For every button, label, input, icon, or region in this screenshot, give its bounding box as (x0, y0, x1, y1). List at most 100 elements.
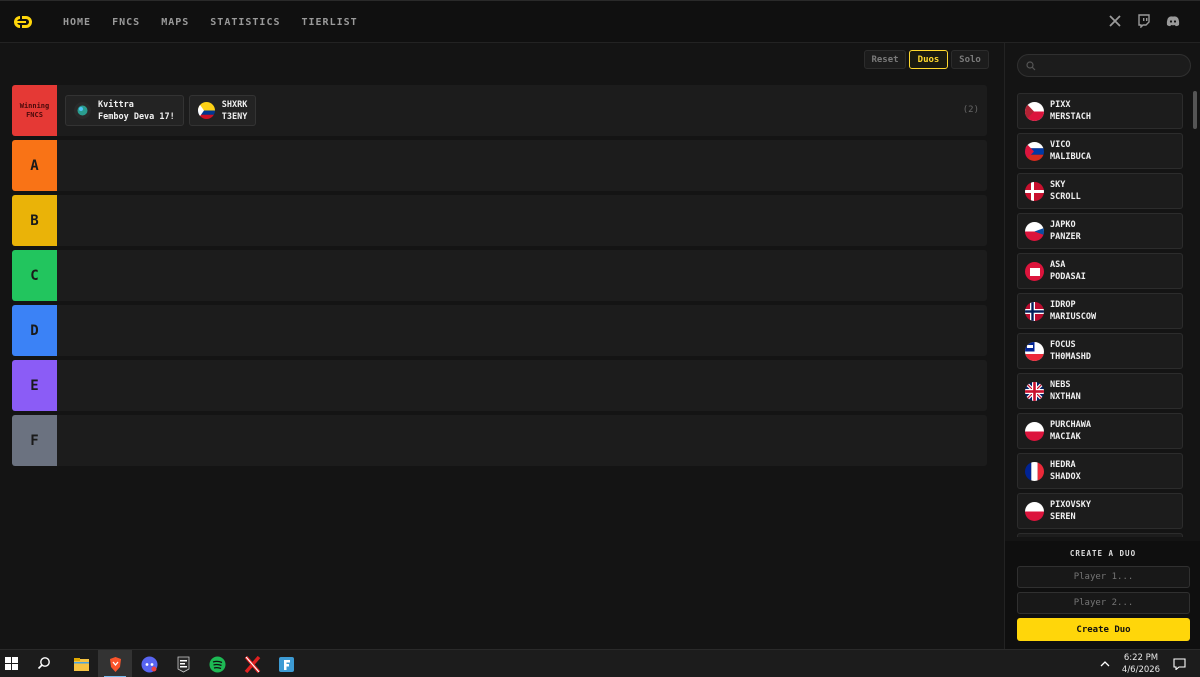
list-item[interactable]: ASA PODASAI (1017, 253, 1183, 289)
duo-names: JAPKO PANZER (1050, 219, 1081, 243)
twitch-icon[interactable] (1137, 14, 1151, 28)
flag-icon (1025, 341, 1044, 361)
nav-home[interactable]: HOME (63, 17, 91, 28)
list-item[interactable]: HEDRA SHADOX (1017, 453, 1183, 489)
list-item[interactable]: JAPKO PANZER (1017, 213, 1183, 249)
taskbar-search-icon[interactable] (37, 656, 52, 671)
tier-label-text: Winning FNCS (19, 101, 50, 119)
flag-icon (1025, 101, 1044, 121)
tierlist-main: Reset Duos Solo Winning FNCS Kvittra Fem… (0, 43, 1004, 649)
spotify-icon (209, 656, 225, 672)
flag-icon (1025, 301, 1044, 321)
player-name: SCROLL (1050, 192, 1081, 202)
player-name: NEBS (1050, 380, 1071, 390)
xbox-x-icon (244, 655, 260, 673)
player-2-input[interactable] (1017, 592, 1190, 614)
chevron-up-icon[interactable] (1100, 659, 1110, 669)
list-item[interactable] (1017, 533, 1183, 537)
search-input[interactable] (1017, 54, 1191, 77)
create-duo-panel: CREATE A DUO Create Duo (1005, 541, 1200, 649)
windows-taskbar: 6:22 PM 4/6/2026 (0, 649, 1200, 677)
duo-names: SKY SCROLL (1050, 179, 1081, 203)
site-logo-icon[interactable] (13, 15, 33, 29)
nav-statistics[interactable]: STATISTICS (210, 17, 280, 28)
flag-icon (1025, 381, 1044, 401)
taskbar-app[interactable] (132, 650, 166, 677)
discord-icon[interactable] (1166, 14, 1180, 28)
scrollbar-thumb[interactable] (1193, 91, 1197, 129)
flag-icon (1025, 181, 1044, 201)
player-name: MARIUSCOW (1050, 312, 1097, 322)
tier-items: Kvittra Femboy Deva 17! SHXRK T3ENY (57, 85, 987, 136)
list-item[interactable]: IDROP MARIUSCOW (1017, 293, 1183, 329)
duo-names: PIXOVSKY SEREN (1050, 499, 1091, 523)
tier-items (57, 195, 987, 246)
nav-fncs[interactable]: FNCS (112, 17, 140, 28)
player-name: SHADOX (1050, 472, 1081, 482)
taskbar-app[interactable] (200, 650, 234, 677)
flag-icon (1025, 221, 1044, 241)
taskbar-clock[interactable]: 6:22 PM 4/6/2026 (1116, 652, 1166, 676)
tier-row-f[interactable]: F (12, 415, 987, 466)
player-name: SHXRK (221, 99, 248, 110)
clock-date: 4/6/2026 (1121, 665, 1161, 675)
list-item[interactable]: PIXOVSKY SEREN (1017, 493, 1183, 529)
windows-start-icon[interactable] (5, 657, 18, 670)
duo-card[interactable]: SHXRK T3ENY (188, 95, 257, 126)
tier-list: Winning FNCS Kvittra Femboy Deva 17! SHX… (12, 85, 987, 470)
duo-names: ASA PODASAI (1050, 259, 1086, 283)
list-item[interactable]: PIXX MERSTACH (1017, 93, 1183, 129)
tier-count: (2) (962, 105, 979, 115)
player-name: MALIBUCA (1050, 152, 1091, 162)
list-item[interactable]: NEBS NXTHAN (1017, 373, 1183, 409)
duo-names: PIXX MERSTACH (1050, 99, 1091, 123)
tier-label: Winning FNCS (12, 85, 57, 136)
player-name: T3ENY (221, 111, 248, 122)
notification-icon[interactable] (1173, 658, 1186, 670)
player-name: PIXX (1050, 100, 1071, 110)
tier-row-winning[interactable]: Winning FNCS Kvittra Femboy Deva 17! SHX… (12, 85, 987, 136)
tier-row-d[interactable]: D (12, 305, 987, 356)
duo-card[interactable]: Kvittra Femboy Deva 17! (65, 95, 184, 126)
social-links (1108, 14, 1180, 28)
list-item[interactable]: FOCUS TH0MASHD (1017, 333, 1183, 369)
tier-label: E (12, 360, 57, 411)
taskbar-app[interactable] (98, 650, 132, 677)
tier-label: B (12, 195, 57, 246)
tier-row-b[interactable]: B (12, 195, 987, 246)
list-item[interactable]: PURCHAWA MACIAK (1017, 413, 1183, 449)
discord-app-icon (141, 656, 157, 672)
tier-row-e[interactable]: E (12, 360, 987, 411)
x-icon[interactable] (1108, 14, 1122, 28)
taskbar-app[interactable] (269, 650, 303, 677)
mode-toggle: Reset Duos Solo (864, 50, 989, 69)
flag-icon (1025, 141, 1044, 161)
nav-links: HOME FNCS MAPS STATISTICS TIERLIST (63, 1, 358, 44)
taskbar-app[interactable] (166, 650, 200, 677)
create-duo-title: CREATE A DUO (1069, 549, 1137, 558)
taskbar-app[interactable] (64, 650, 98, 677)
player-name: SEREN (1050, 512, 1076, 522)
duo-names: Kvittra Femboy Deva 17! (98, 99, 175, 123)
tier-row-a[interactable]: A (12, 140, 987, 191)
solo-mode-button[interactable]: Solo (951, 50, 989, 69)
tier-label: D (12, 305, 57, 356)
clock-time: 6:22 PM (1123, 653, 1159, 663)
duos-mode-button[interactable]: Duos (909, 50, 948, 69)
tier-label: F (12, 415, 57, 466)
fortnite-icon (278, 656, 294, 672)
list-item[interactable]: VICO MALIBUCA (1017, 133, 1183, 169)
tier-items (57, 360, 987, 411)
top-nav: HOME FNCS MAPS STATISTICS TIERLIST (0, 0, 1200, 43)
tier-row-c[interactable]: C (12, 250, 987, 301)
list-item[interactable]: SKY SCROLL (1017, 173, 1183, 209)
tier-label: C (12, 250, 57, 301)
nav-maps[interactable]: MAPS (161, 17, 189, 28)
scrollbar[interactable] (1193, 91, 1197, 539)
create-duo-button[interactable]: Create Duo (1017, 618, 1190, 641)
reset-button[interactable]: Reset (864, 50, 906, 69)
player-1-input[interactable] (1017, 566, 1190, 588)
taskbar-app[interactable] (235, 650, 269, 677)
player-name: Kvittra (98, 99, 134, 110)
nav-tierlist[interactable]: TIERLIST (302, 17, 358, 28)
